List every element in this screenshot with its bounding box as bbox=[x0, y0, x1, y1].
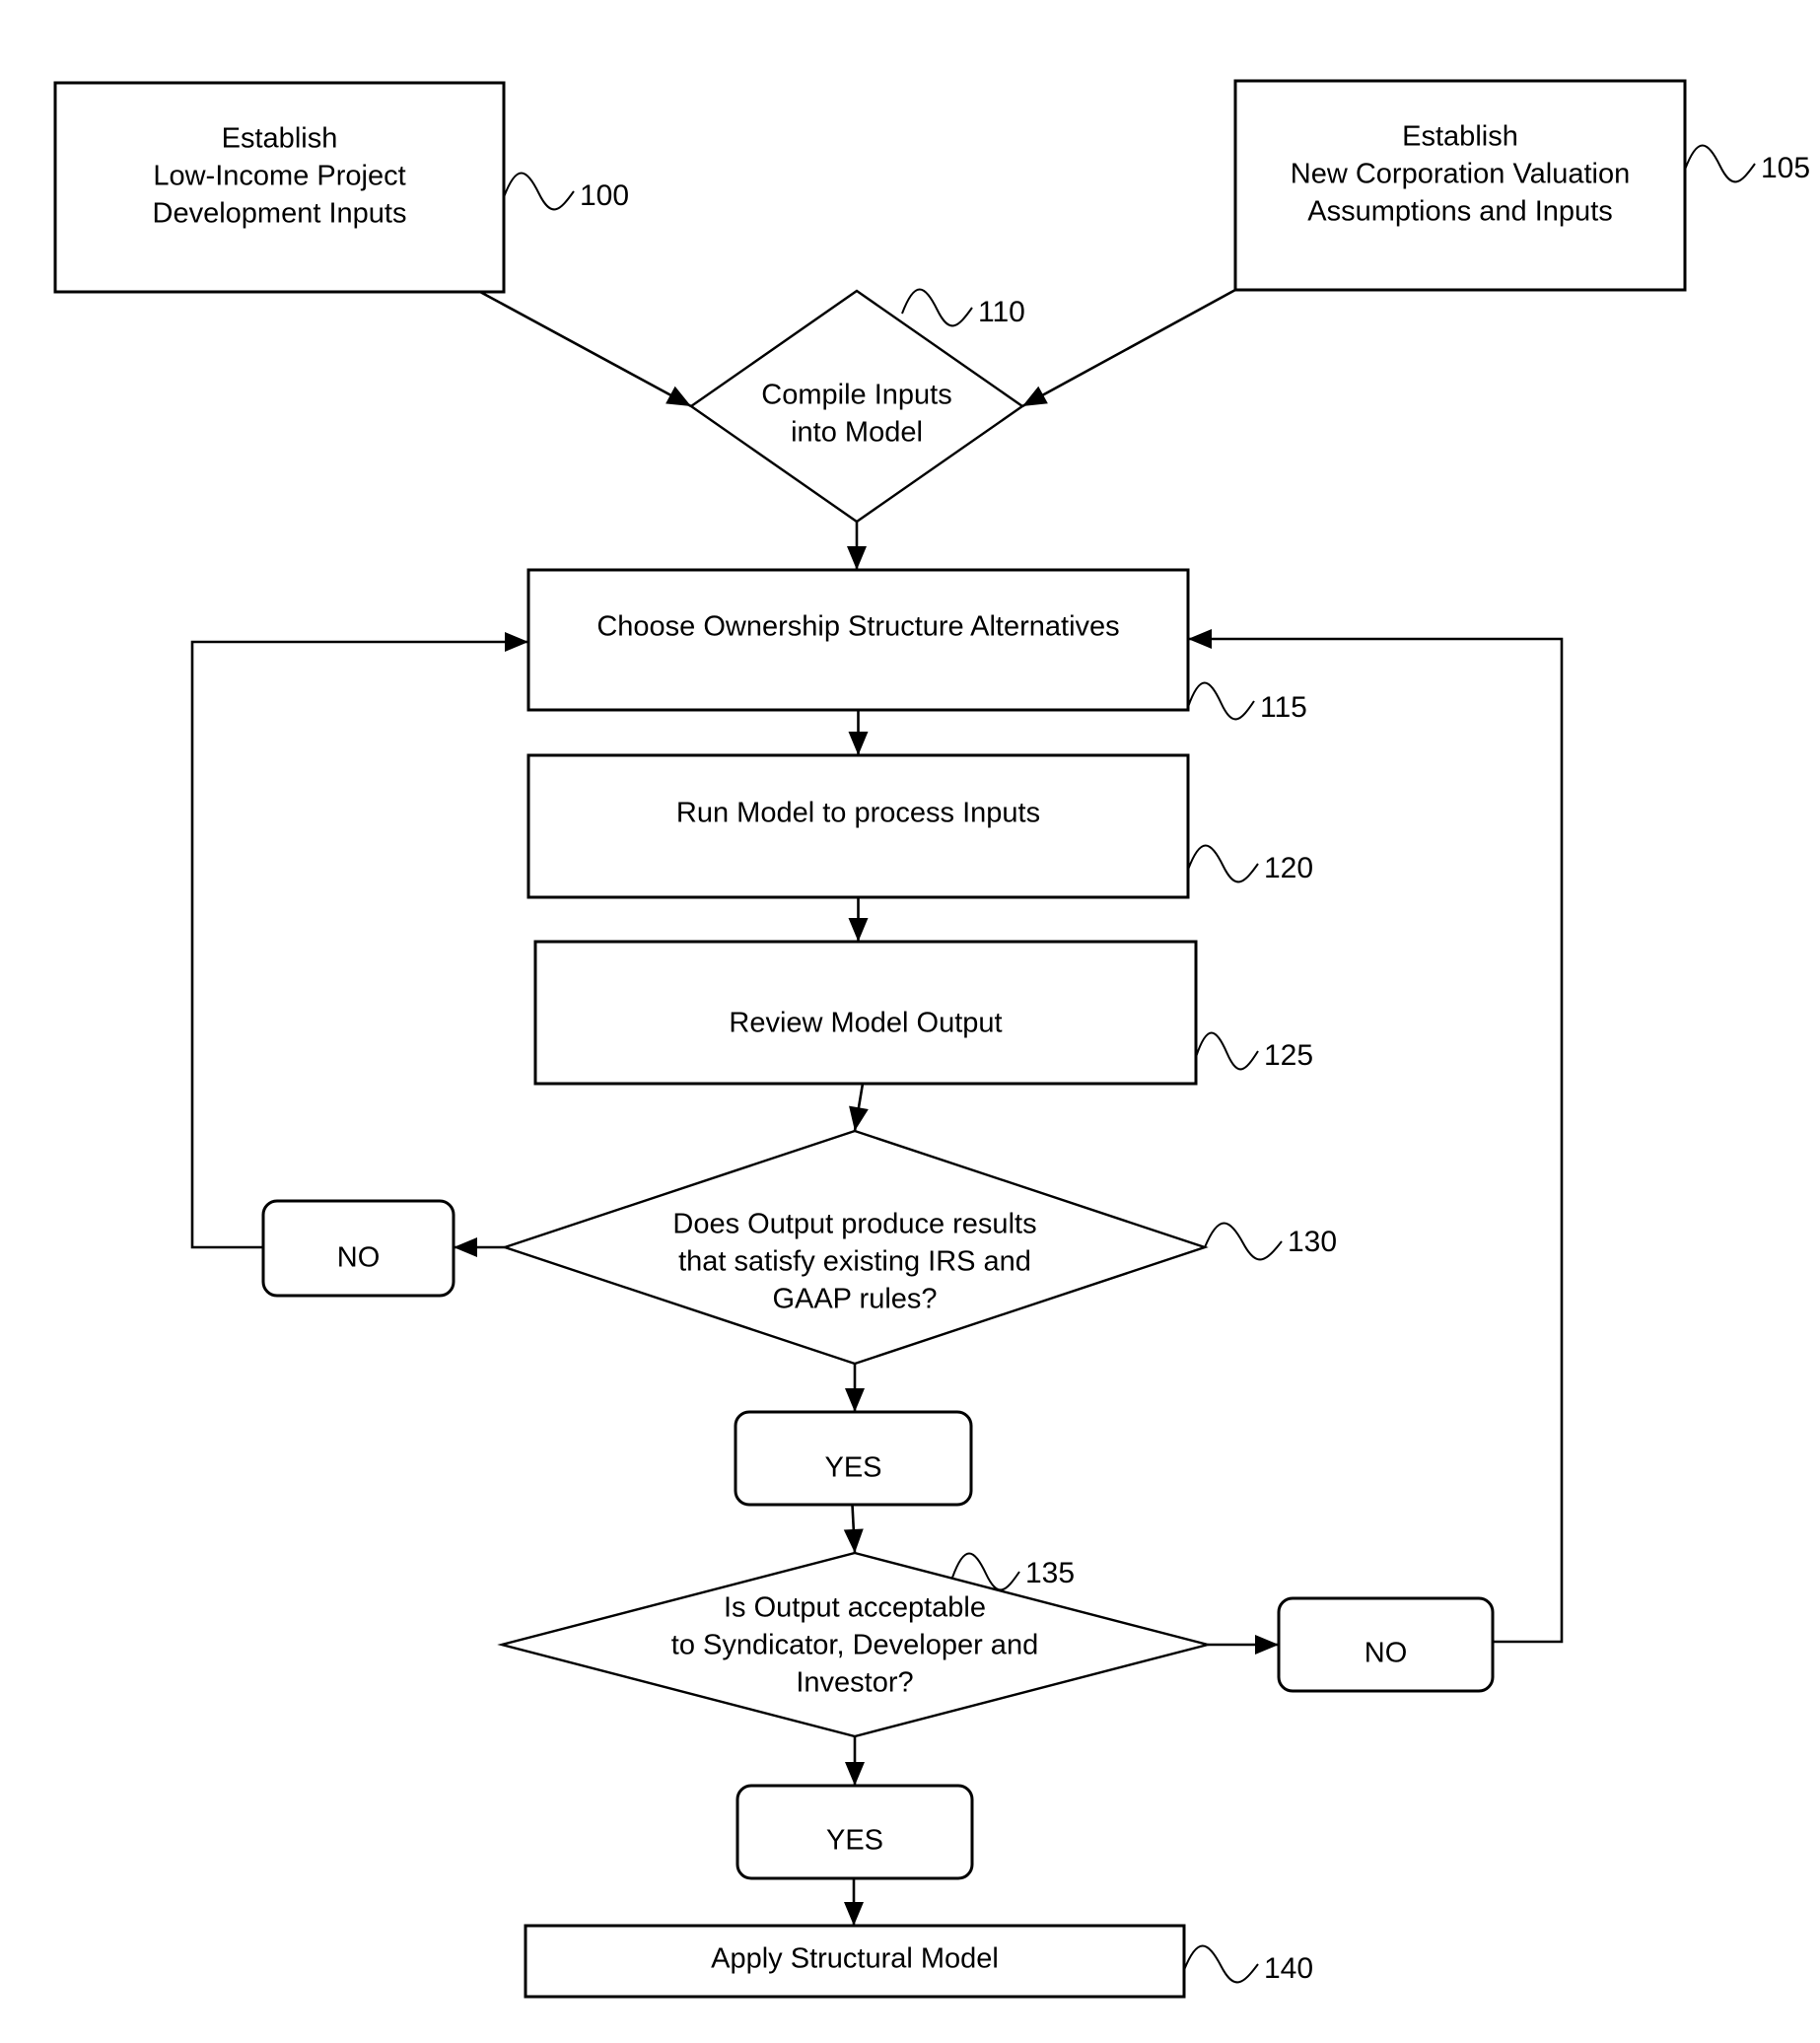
reference-number: 140 bbox=[1264, 1952, 1313, 1985]
reference-n100: 100 bbox=[503, 172, 629, 212]
node-label: Does Output produce results bbox=[672, 1209, 1036, 1240]
node-yes1: YES bbox=[734, 1410, 973, 1507]
connector-135-no-arrowhead-icon bbox=[1255, 1635, 1279, 1655]
reference-number: 105 bbox=[1761, 152, 1810, 184]
reference-number: 115 bbox=[1260, 691, 1307, 724]
node-label: Compile Inputs bbox=[761, 380, 951, 411]
node-label: Assumptions and Inputs bbox=[1307, 196, 1613, 228]
node-n135: Is Output acceptable to Syndicator, Devel… bbox=[497, 1551, 1213, 1738]
connector-no-115-loop bbox=[190, 640, 528, 1249]
leader-squiggle bbox=[1204, 1222, 1283, 1261]
node-label: that satisfy existing IRS and bbox=[678, 1246, 1031, 1278]
node-no2: NO bbox=[1277, 1596, 1495, 1693]
leader-squiggle bbox=[1187, 681, 1255, 721]
leader-squiggle bbox=[1183, 1944, 1259, 1984]
node-n115: Choose Ownership Structure Alternatives bbox=[526, 568, 1190, 712]
node-n125: Review Model Output bbox=[533, 940, 1198, 1086]
node-n110: Compile Inputs into Model bbox=[688, 289, 1025, 524]
leader-squiggle bbox=[901, 288, 973, 327]
reference-n130: 130 bbox=[1204, 1222, 1337, 1261]
reference-number: 130 bbox=[1288, 1226, 1337, 1258]
reference-number: 110 bbox=[978, 296, 1025, 328]
reference-n140: 140 bbox=[1183, 1944, 1313, 1985]
connector-100-110 bbox=[479, 290, 692, 408]
node-label: to Syndicator, Developer and bbox=[671, 1630, 1038, 1661]
node-n100: Establish Low-Income Project Development I… bbox=[53, 81, 506, 294]
connector-no-115-right-loop-arrowhead-icon bbox=[1188, 629, 1212, 649]
node-label: Low-Income Project bbox=[153, 161, 405, 192]
node-label: Establish bbox=[222, 123, 338, 155]
node-label: NO bbox=[337, 1242, 381, 1274]
node-label: Choose Ownership Structure Alternatives bbox=[596, 611, 1119, 643]
reference-number: 100 bbox=[580, 179, 629, 212]
reference-n105: 105 bbox=[1684, 144, 1810, 184]
leader-squiggle bbox=[1684, 144, 1756, 183]
node-label: Development Inputs bbox=[153, 198, 407, 230]
connector-130-yes-arrowhead-icon bbox=[845, 1388, 865, 1412]
connector-no-115-right-loop bbox=[1188, 637, 1564, 1644]
reference-number: 135 bbox=[1025, 1557, 1075, 1589]
node-label: New Corporation Valuation bbox=[1291, 159, 1630, 190]
node-n130: Does Output produce results that satisfy … bbox=[501, 1129, 1209, 1366]
reference-number: 120 bbox=[1264, 852, 1313, 884]
node-label: Run Model to process Inputs bbox=[676, 798, 1040, 829]
flowchart: Establish Low-Income Project Development I… bbox=[53, 79, 1810, 1999]
reference-n120: 120 bbox=[1187, 844, 1313, 884]
connector-125-130-arrowhead-icon bbox=[849, 1105, 869, 1131]
connector-135-yes-arrowhead-icon bbox=[845, 1762, 865, 1786]
connector-105-110-arrowhead-icon bbox=[1022, 386, 1048, 406]
node-label: Investor? bbox=[796, 1667, 913, 1699]
node-label: Establish bbox=[1402, 121, 1518, 153]
reference-n110: 110 bbox=[901, 288, 1025, 328]
leader-squiggle bbox=[503, 172, 575, 211]
node-label: GAAP rules? bbox=[772, 1284, 937, 1315]
connector-115-120-arrowhead-icon bbox=[848, 732, 869, 755]
connector-yes-135-arrowhead-icon bbox=[843, 1528, 864, 1553]
leader-squiggle bbox=[1187, 844, 1259, 883]
node-n120: Run Model to process Inputs bbox=[526, 753, 1190, 899]
node-label: YES bbox=[824, 1452, 881, 1484]
node-label: YES bbox=[826, 1825, 883, 1857]
reference-n125: 125 bbox=[1195, 1031, 1313, 1072]
node-label: Apply Structural Model bbox=[711, 1943, 999, 1975]
nodes: Establish Low-Income Project Development I… bbox=[53, 79, 1687, 1999]
node-yes2: YES bbox=[735, 1784, 974, 1880]
reference-n115: 115 bbox=[1187, 681, 1307, 724]
node-label: Review Model Output bbox=[729, 1008, 1002, 1039]
connector-120-125-arrowhead-icon bbox=[848, 918, 869, 942]
connector-105-110 bbox=[1021, 288, 1236, 408]
node-label: into Model bbox=[791, 417, 923, 449]
node-label: NO bbox=[1365, 1638, 1408, 1669]
node-label: Is Output acceptable bbox=[724, 1592, 986, 1624]
connector-130-no-arrowhead-icon bbox=[454, 1237, 477, 1257]
node-n140: Apply Structural Model bbox=[524, 1924, 1186, 1999]
connector-yes-140-arrowhead-icon bbox=[844, 1902, 864, 1926]
connector-100-110-arrowhead-icon bbox=[665, 386, 691, 406]
node-no1: NO bbox=[261, 1199, 455, 1298]
connector-110-115-arrowhead-icon bbox=[847, 546, 867, 570]
reference-number: 125 bbox=[1264, 1039, 1313, 1072]
leader-squiggle bbox=[1195, 1031, 1259, 1071]
connector-no-115-loop-arrowhead-icon bbox=[505, 632, 528, 652]
node-n105: Establish New Corporation Valuation Assump… bbox=[1233, 79, 1687, 292]
